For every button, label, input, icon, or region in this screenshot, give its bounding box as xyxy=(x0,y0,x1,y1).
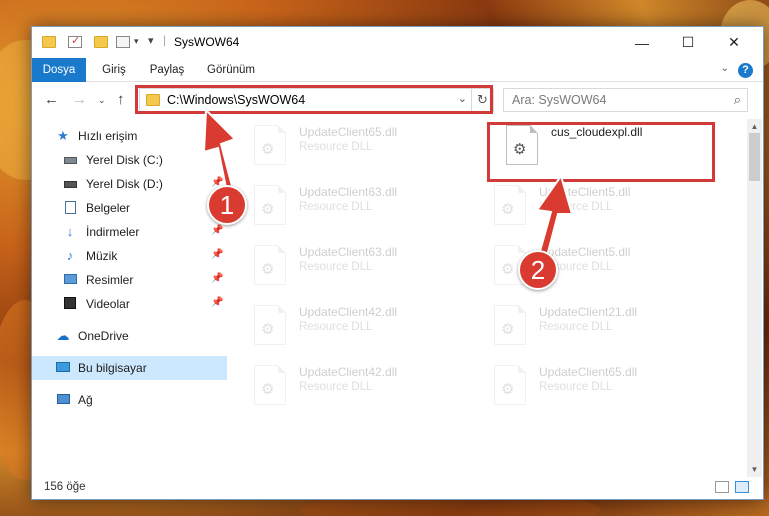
arrow-1 xyxy=(202,107,237,190)
step-1-badge: 1 xyxy=(207,185,247,225)
annotation-arrows xyxy=(202,107,574,266)
step-2-badge: 2 xyxy=(518,250,558,290)
